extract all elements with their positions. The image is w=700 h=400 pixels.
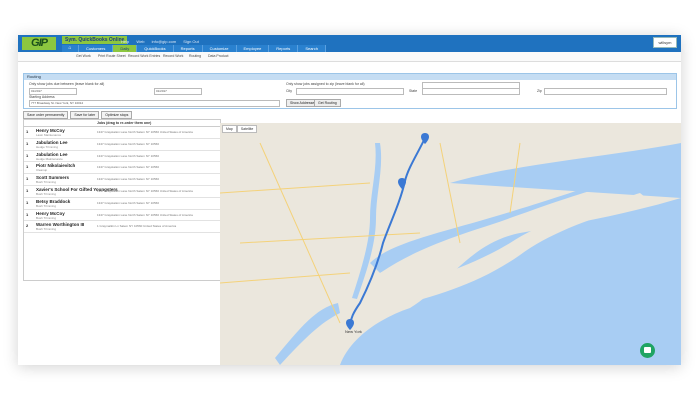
save-order-button[interactable]: Save order permanently [23, 111, 69, 119]
top-links: Help Web info@gip.com Sign Out [121, 39, 205, 44]
job-row-address: 1 Graymalkin Ln Salem NY 10560 United St… [97, 224, 177, 229]
nav-daily[interactable]: Daily [113, 45, 138, 52]
app-name[interactable]: Sym. QuickBooks Online [62, 36, 128, 44]
job-row[interactable]: 1 Henry McCoy Bush Trimming 1347 Graystatio… [24, 210, 220, 222]
nav-reports-2[interactable]: Reports [269, 45, 299, 52]
optimize-stops-button[interactable]: Optimize stops [101, 111, 133, 119]
state-select[interactable] [422, 88, 520, 95]
job-row[interactable]: 1 Xavier's School For Gifted Youngsters Bu… [24, 186, 220, 198]
job-row-number: 1 [26, 176, 29, 182]
get-routing-button[interactable]: Get Routing [314, 99, 341, 107]
nav-customers[interactable]: Customers [79, 45, 114, 52]
job-list: Jobs (drag to re-order them one) 1 Henry … [23, 119, 221, 281]
subnav-get-work[interactable]: Get Work [76, 54, 91, 58]
app-logo[interactable]: GIP [22, 37, 56, 50]
routing-panel: Routing Only show jobs due between (leav… [23, 73, 677, 109]
job-row-number: 1 [26, 211, 29, 217]
job-row-number: 2 [26, 223, 29, 229]
nav-employee[interactable]: Employee [236, 45, 270, 52]
map-tab-satellite[interactable]: Satellite [236, 125, 258, 133]
job-row-address: 1347 Graystation Lane North Salem NY 105… [97, 177, 159, 182]
email-link[interactable]: info@gip.com [152, 39, 177, 44]
job-row-service: Hedge Maintenance [36, 156, 63, 161]
save-later-button[interactable]: Save for later [70, 111, 100, 119]
job-row-address: 1347 Graystation Lane North Salem NY 105… [97, 153, 159, 158]
main-nav: ⌂ Customers Daily QuickBooks Reports Cus… [62, 45, 326, 52]
job-row-number: 1 [26, 199, 29, 205]
zip-label: Zip [537, 89, 542, 93]
nav-customize[interactable]: Customize [202, 45, 237, 52]
zip-filter-label: Only show jobs assigned to zip (leave bl… [286, 82, 365, 86]
job-row[interactable]: 1 Piotr Nikolaievitch Cleanup 1347 Graystat… [24, 162, 220, 175]
date-range-label: Only show jobs due between (leave blank … [29, 82, 105, 86]
end-date-input[interactable]: 01/2017 [154, 88, 202, 95]
job-row-address: 1347 Graystation Lane North Salem NY 105… [97, 165, 159, 170]
subnav-print-route[interactable]: Print Route Sheet [98, 54, 126, 58]
city-label: City [286, 89, 293, 93]
job-row-service: Bush Trimming [36, 191, 57, 196]
job-row-address: 1347 Graystation Lane North Salem NY 105… [97, 130, 193, 134]
nav-quickbooks[interactable]: QuickBooks [137, 45, 174, 52]
job-row-service: Lawn Maintenance [36, 133, 62, 137]
route-map[interactable]: Map Satellite New York [220, 123, 681, 365]
job-list-header: Jobs (drag to re-order them one) [24, 120, 220, 127]
job-row[interactable]: 1 Jabulation Lee Hedge Trimming 1347 Grayst… [24, 139, 220, 151]
job-row-address: 1347 Graystation Lane North Salem NY 105… [97, 200, 159, 205]
job-row-service: Bush Trimming [36, 227, 57, 232]
account-button[interactable]: willsym [653, 37, 677, 48]
job-row-address: 1347 Graystation Lane North Salem NY 105… [97, 141, 159, 146]
home-icon[interactable]: ⌂ [62, 45, 79, 52]
sign-out-link[interactable]: Sign Out [183, 39, 199, 44]
job-row-service: Cleanup [36, 168, 48, 173]
nav-reports[interactable]: Reports [173, 45, 203, 52]
map-type-tabs: Map Satellite [222, 125, 258, 133]
chat-icon[interactable] [640, 343, 655, 358]
job-row-number: 1 [26, 152, 29, 158]
new-york-label: New York [345, 329, 362, 334]
job-row[interactable]: 1 Betsy Braddock Bush Trimming 1347 Graysta… [24, 198, 220, 210]
top-bar: GIP Sym. QuickBooks Online Help Web info… [18, 35, 681, 52]
starting-address-label: Starting Address [29, 95, 55, 99]
subnav-record-work[interactable]: Record Work [163, 54, 183, 58]
job-row-service: Hedge Trimming [36, 144, 59, 149]
map-tab-map[interactable]: Map [222, 125, 237, 133]
subnav-routing[interactable]: Routing [189, 54, 201, 58]
job-row[interactable]: 1 Henry McCoy Lawn Maintenance 1347 Graysta… [24, 127, 220, 139]
zip-input[interactable] [544, 88, 667, 95]
sub-nav: Get Work Print Route Sheet Record Work E… [18, 52, 681, 62]
job-row-service: Bush Trimming [36, 203, 57, 208]
subnav-record-entries[interactable]: Record Work Entries [128, 54, 160, 58]
start-date-input[interactable]: 01/2017 [29, 88, 77, 95]
routing-title: Routing [24, 74, 676, 80]
job-row-service: Bush Trimming [36, 215, 57, 220]
nav-search[interactable]: Search [298, 45, 326, 52]
subnav-data-product[interactable]: Data Product [208, 54, 228, 58]
job-row-number: 1 [26, 140, 29, 146]
job-row-number: 1 [26, 164, 29, 170]
job-row[interactable]: 1 Scott Summers Bush Trimming 1347 Graystat… [24, 174, 220, 186]
starting-address-input[interactable]: 777 Broadway St. New York, NY 10012 [29, 100, 280, 107]
job-row-service: Bush Trimming [36, 180, 57, 185]
route-actions: Save order permanently Save for later Op… [23, 111, 133, 119]
job-row[interactable]: 1 Jabulation Lee Hedge Maintenance 1347 Gra… [24, 151, 220, 163]
help-link[interactable]: Help [121, 39, 129, 44]
job-row[interactable]: 2 Warren Worthington III Bush Trimming 1 Gr… [24, 221, 220, 234]
job-row-address: 1347 Graystation Lane North Salem NY 105… [97, 212, 193, 217]
app-window: GIP Sym. QuickBooks Online Help Web info… [18, 35, 681, 365]
job-row-number: 1 [26, 187, 29, 193]
web-link[interactable]: Web [136, 39, 144, 44]
job-row-address: 1347 Graystation Lane North Salem NY 105… [97, 188, 193, 193]
job-row-number: 1 [26, 129, 29, 134]
state-label: State [409, 89, 418, 93]
map-canvas[interactable]: New York [220, 123, 681, 365]
city-input[interactable] [296, 88, 404, 95]
